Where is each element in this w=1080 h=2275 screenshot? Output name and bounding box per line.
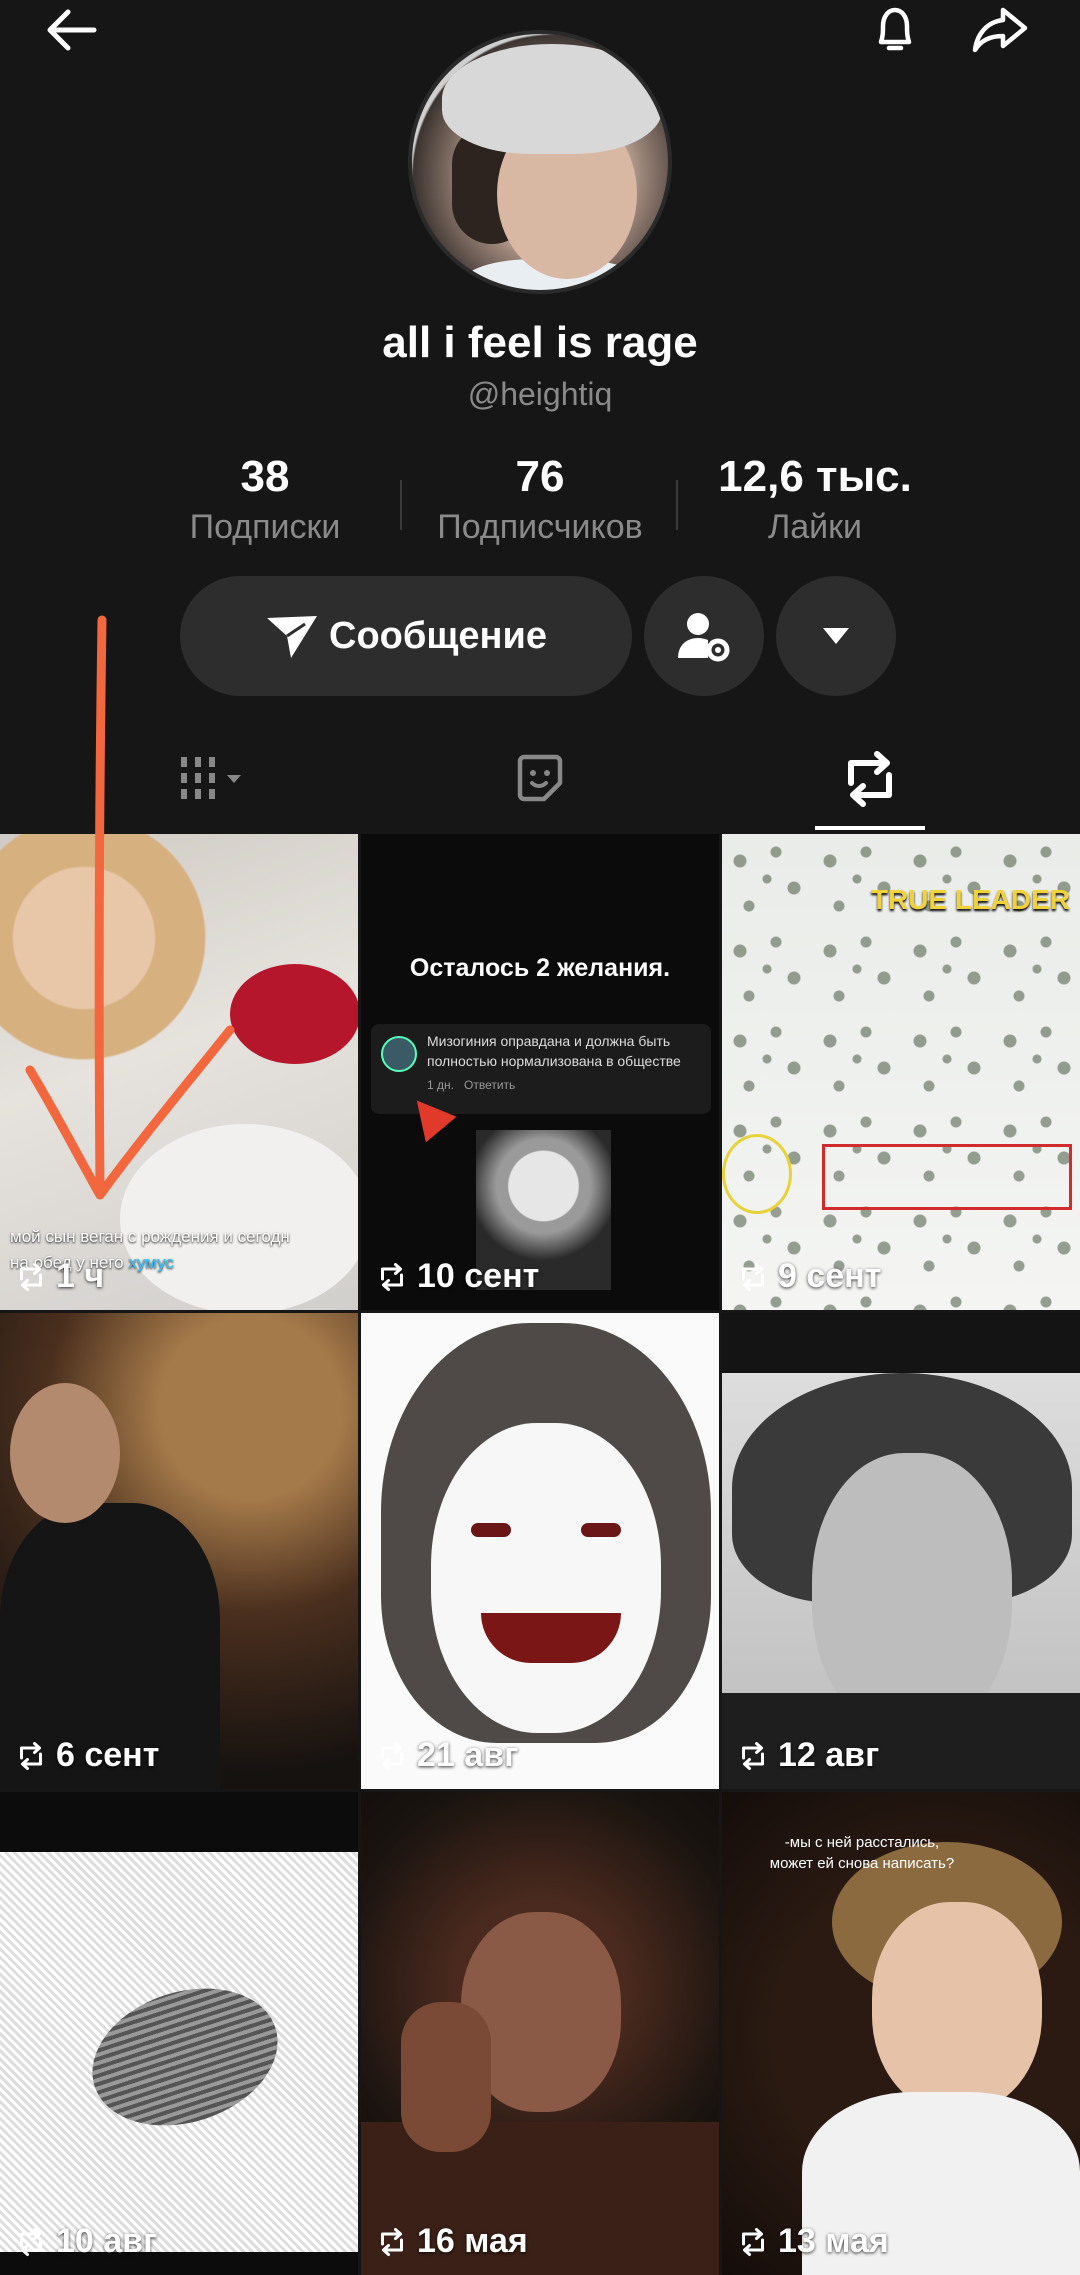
message-button-label: Сообщение	[329, 614, 547, 657]
video-thumbnail[interactable]: мой сын веган с рождения и сегодн на обе…	[0, 834, 358, 1310]
video-thumbnail[interactable]: Осталось 2 желания. Мизогиния оправдана …	[361, 834, 719, 1310]
video-thumbnail[interactable]: TRUE LEADER 9 сент	[722, 834, 1080, 1310]
stat-label: Лайки	[767, 508, 863, 546]
repost-icon	[381, 1741, 403, 1770]
stat-followers[interactable]: 76 Подписчиков	[420, 452, 660, 547]
notifications-button[interactable]	[855, 0, 935, 60]
follow-settings-button[interactable]	[644, 576, 764, 696]
user-gear-icon	[678, 613, 730, 662]
stat-value: 38	[240, 452, 290, 501]
stat-following[interactable]: 38 Подписки	[160, 452, 370, 547]
repost-icon	[20, 2227, 42, 2256]
stat-label: Подписчиков	[437, 508, 643, 546]
repost-date: 10 сент	[375, 1257, 539, 1296]
video-thumbnail[interactable]: 10 авг	[0, 1792, 358, 2275]
video-caption: -мы с ней расстались, может ей снова нап…	[769, 1834, 955, 1872]
repost-icon	[20, 1262, 42, 1291]
repost-date: 16 мая	[375, 2222, 528, 2261]
sticker-icon	[517, 754, 563, 802]
stat-value: 76	[515, 452, 565, 501]
repost-icon	[742, 2227, 764, 2256]
repost-icon	[381, 2227, 403, 2256]
profile-page: all i feel is rage @heightiq 38 Подписки…	[0, 0, 1080, 2275]
bell-icon	[878, 7, 912, 51]
repost-date: 6 сент	[14, 1736, 159, 1775]
repost-date: 9 сент	[736, 1257, 881, 1296]
video-thumbnail[interactable]: 21 авг	[361, 1313, 719, 1789]
tab-favorites[interactable]	[480, 744, 600, 814]
video-thumbnail[interactable]: -мы с ней расстались, может ей снова нап…	[722, 1792, 1080, 2275]
send-icon	[267, 616, 317, 658]
video-thumbnail[interactable]: 12 авг	[722, 1313, 1080, 1789]
message-button[interactable]: Сообщение	[180, 576, 632, 696]
repost-date: 12 авг	[736, 1736, 879, 1775]
repost-icon	[742, 1741, 764, 1770]
stat-value: 12,6 тыс.	[718, 452, 912, 501]
caret-down-icon	[823, 628, 849, 644]
display-name: all i feel is rage	[382, 318, 698, 367]
share-arrow-icon	[972, 7, 1028, 53]
repost-icon	[742, 1262, 764, 1291]
video-title-text: Осталось 2 желания.	[409, 954, 671, 982]
more-options-button[interactable]	[776, 576, 896, 696]
repost-icon	[20, 1741, 42, 1770]
repost-date: 1 ч	[14, 1257, 104, 1296]
video-overlay-label: TRUE LEADER	[870, 884, 1070, 915]
repost-icon	[848, 751, 892, 807]
share-button[interactable]	[960, 0, 1040, 60]
back-button[interactable]	[30, 0, 110, 60]
avatar[interactable]	[408, 30, 672, 294]
repost-date: 21 авг	[375, 1736, 518, 1775]
divider	[400, 480, 402, 530]
tab-reposts[interactable]	[810, 744, 930, 814]
stats-row: 38 Подписки 76 Подписчиков 12,6 тыс. Лай…	[0, 452, 1080, 552]
video-thumbnail[interactable]: 16 мая	[361, 1792, 719, 2275]
divider	[676, 480, 678, 530]
repost-date: 10 авг	[14, 2222, 157, 2261]
repost-icon	[381, 1262, 403, 1291]
commenter-avatar	[381, 1036, 417, 1072]
username: @heightiq	[467, 376, 613, 412]
tab-videos[interactable]	[160, 744, 280, 814]
arrow-left-icon	[47, 9, 97, 51]
stat-likes[interactable]: 12,6 тыс. Лайки	[695, 452, 935, 547]
active-tab-indicator	[815, 826, 925, 830]
stat-label: Подписки	[189, 508, 341, 546]
video-thumbnail[interactable]: 6 сент	[0, 1313, 358, 1789]
repost-date: 13 мая	[736, 2222, 889, 2261]
content-tabs	[0, 720, 1080, 830]
grid-icon	[181, 757, 241, 799]
